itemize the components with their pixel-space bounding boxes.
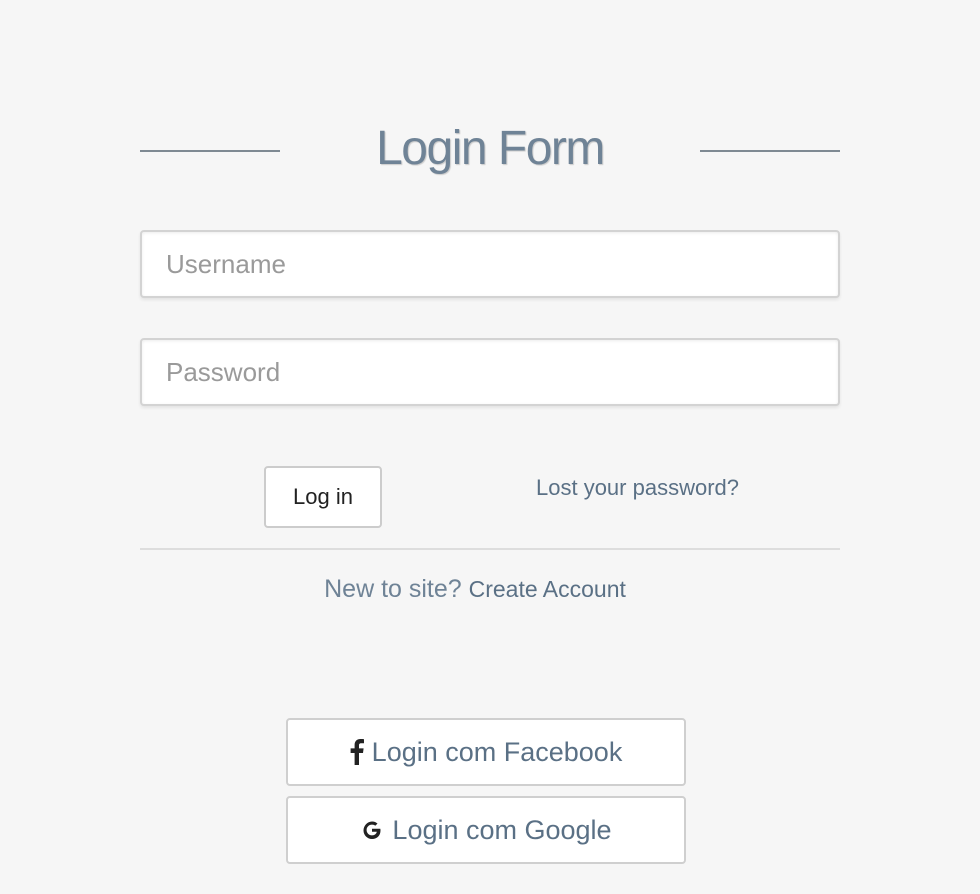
google-icon xyxy=(360,818,384,842)
login-page: Login Form Log in Lost your password? Ne… xyxy=(0,0,980,894)
facebook-icon xyxy=(350,739,364,765)
divider xyxy=(140,548,840,550)
title-right-rule xyxy=(700,150,840,152)
login-button[interactable]: Log in xyxy=(264,466,382,528)
lost-password-link[interactable]: Lost your password? xyxy=(536,474,739,502)
create-account-link[interactable]: Create Account xyxy=(469,576,626,602)
password-input[interactable] xyxy=(140,338,840,406)
form-header: Login Form xyxy=(140,118,840,182)
signup-wrap: New to site? Create Account xyxy=(324,573,626,605)
google-login-label: Login com Google xyxy=(392,814,612,845)
username-input[interactable] xyxy=(140,230,840,298)
page-title: Login Form xyxy=(376,122,605,175)
facebook-login-label: Login com Facebook xyxy=(371,736,623,767)
facebook-login-button[interactable]: Login com Facebook xyxy=(286,718,686,786)
google-login-button[interactable]: Login com Google xyxy=(286,796,686,864)
signup-prompt: New to site? Create Account xyxy=(0,573,980,605)
new-to-site-text: New to site? xyxy=(324,575,462,603)
